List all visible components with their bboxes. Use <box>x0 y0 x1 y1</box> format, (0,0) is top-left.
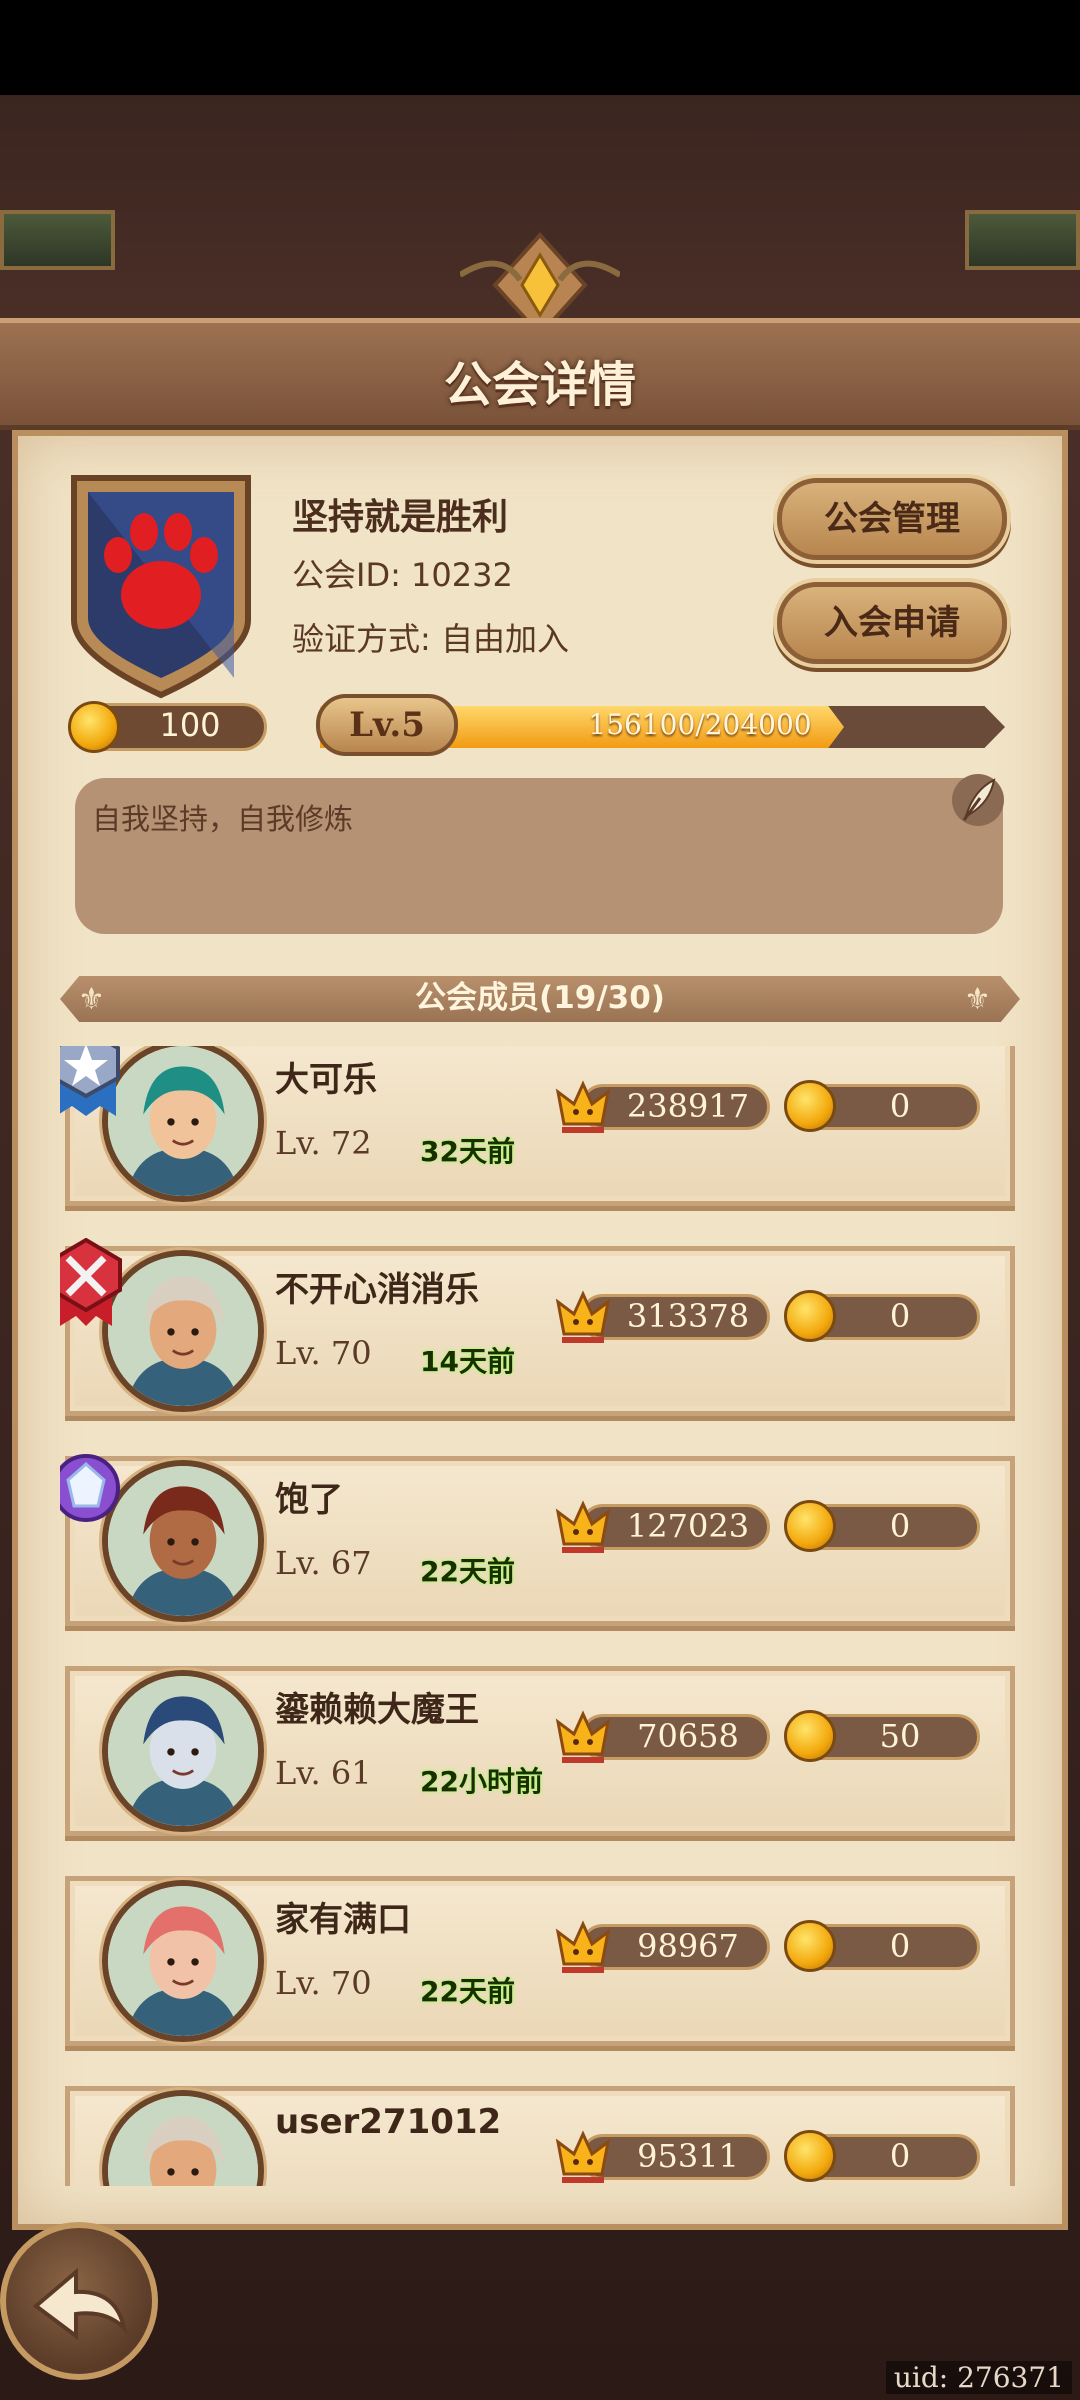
member-last-seen: 32天前 <box>420 1135 515 1168</box>
member-coin-value: 0 <box>889 1087 911 1125</box>
member-power-value: 70658 <box>637 1717 739 1755</box>
member-last-seen: 22天前 <box>420 1975 515 2008</box>
battle-power-icon <box>554 1708 612 1766</box>
member-avatar[interactable] <box>102 1670 264 1832</box>
member-coin-value: 0 <box>889 1297 911 1335</box>
member-name: 鎏赖赖大魔王 <box>275 1690 479 1730</box>
member-power-value: 98967 <box>637 1927 739 1965</box>
member-last-seen: 22天前 <box>420 1555 515 1588</box>
join-requests-button[interactable]: 入会申请 <box>777 582 1007 664</box>
members-header: 公会成员(19/30) <box>415 980 665 1016</box>
coin-icon <box>784 1710 836 1762</box>
member-coin-value: 50 <box>879 1717 921 1755</box>
guild-motto: 自我坚持，自我修炼 <box>92 802 354 836</box>
coin-icon <box>784 1080 836 1132</box>
battle-power-icon <box>554 1498 612 1556</box>
member-level: Lv. 67 <box>275 1544 372 1582</box>
member-coin-value: 0 <box>889 1507 911 1545</box>
guild-coin-value: 100 <box>159 706 221 744</box>
member-coin-value: 0 <box>889 2137 911 2175</box>
coin-icon <box>784 1500 836 1552</box>
right-pillar <box>965 210 1080 270</box>
uid-label: uid: 276371 <box>885 2361 1072 2394</box>
member-name: 大可乐 <box>275 1060 377 1100</box>
left-pillar <box>0 210 115 270</box>
member-last-seen: 14天前 <box>420 1345 515 1378</box>
gem-icon <box>60 1448 126 1538</box>
battle-power-icon <box>554 1078 612 1136</box>
battle-power-icon <box>554 1288 612 1346</box>
guild-manage-button[interactable]: 公会管理 <box>777 478 1007 560</box>
bear-paw-icon <box>71 475 251 699</box>
star-rank-icon <box>60 1046 126 1118</box>
member-coin-value: 0 <box>889 1927 911 1965</box>
member-power-value: 127023 <box>626 1507 750 1545</box>
guild-id: 公会ID: 10232 <box>292 556 513 594</box>
member-name: 不开心消消乐 <box>275 1270 479 1310</box>
member-level: Lv. 70 <box>275 1334 372 1372</box>
guild-name: 坚持就是胜利 <box>292 497 509 538</box>
page-title: 公会详情 <box>443 357 636 413</box>
status-bar-area <box>0 0 1080 95</box>
member-name: 家有满口 <box>275 1900 411 1940</box>
crossed-swords-icon <box>60 1237 126 1328</box>
member-avatar[interactable] <box>102 1460 264 1622</box>
member-name: 饱了 <box>275 1480 343 1520</box>
member-last-seen: 22小时前 <box>420 1765 543 1798</box>
battle-power-icon <box>554 1918 612 1976</box>
guild-level-badge: Lv.5 <box>316 694 458 756</box>
member-level: Lv. 72 <box>275 1124 372 1162</box>
member-avatar[interactable] <box>102 1046 264 1202</box>
battle-power-icon <box>554 2128 612 2186</box>
member-avatar[interactable] <box>102 1880 264 2042</box>
coin-icon <box>784 1920 836 1972</box>
member-avatar[interactable] <box>102 1250 264 1412</box>
member-power-value: 313378 <box>626 1297 750 1335</box>
member-level: Lv. 70 <box>275 1964 372 2002</box>
member-list[interactable]: 大可乐 Lv. 72 32天前 238917 0 不开心消消乐 Lv. 70 14天前 3133… <box>60 1046 1020 2186</box>
coin-icon <box>784 2130 836 2182</box>
member-name: user271012 <box>275 2102 502 2142</box>
member-power-value: 95311 <box>637 2137 739 2175</box>
guild-exp-text: 156100/204000 <box>588 708 812 741</box>
guild-join-method: 验证方式: 自由加入 <box>292 620 569 658</box>
quill-edit-icon[interactable] <box>950 770 1006 830</box>
member-power-value: 238917 <box>626 1087 750 1125</box>
back-button[interactable] <box>0 2222 158 2380</box>
back-arrow-icon <box>32 2267 128 2340</box>
coin-icon <box>784 1290 836 1342</box>
member-level: Lv. 61 <box>275 1754 372 1792</box>
